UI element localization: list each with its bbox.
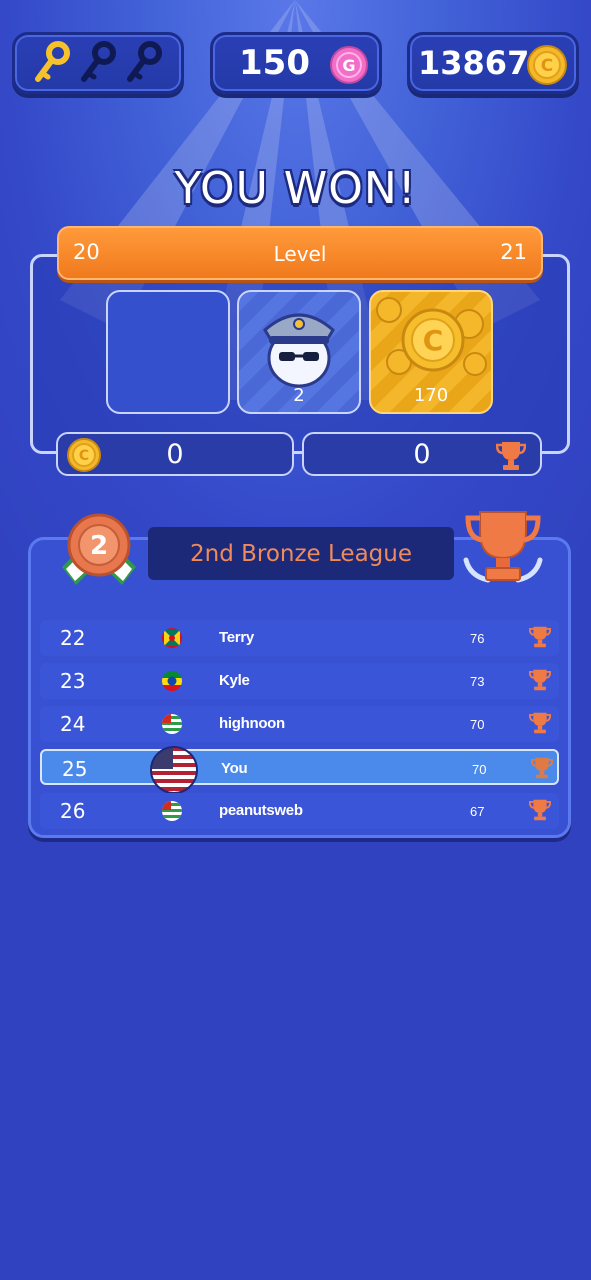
- bronze-medal-icon: 2: [62, 513, 136, 585]
- reward-slot-coins[interactable]: C 170: [369, 290, 493, 414]
- svg-text:C: C: [79, 448, 89, 464]
- gems-value: 150: [239, 43, 310, 83]
- coin-icon: C: [67, 438, 101, 472]
- leaderboard-row[interactable]: 24 highnoon 70: [40, 706, 559, 742]
- coin-reward-value: 170: [413, 385, 449, 406]
- row-player-name: Kyle: [219, 672, 250, 689]
- row-rank: 24: [60, 712, 86, 736]
- medal-number: 2: [90, 531, 108, 561]
- row-rank: 22: [60, 626, 86, 650]
- svg-text:G: G: [342, 56, 355, 75]
- trophy-icon: [496, 442, 526, 470]
- coins-earned-value: 0: [166, 438, 184, 470]
- win-title: YOU WON!: [174, 163, 417, 214]
- row-score: 70: [470, 717, 485, 732]
- coin-pile-icon: C: [376, 297, 487, 376]
- row-rank: 26: [60, 799, 86, 823]
- row-score: 76: [470, 631, 485, 646]
- coin-icon: C: [527, 45, 567, 85]
- level-progress-bar: 20 Level 21: [57, 226, 543, 280]
- row-score: 67: [470, 804, 485, 819]
- trophy-icon: [529, 669, 551, 691]
- key-icon-empty: [127, 41, 162, 82]
- row-player-name: Terry: [219, 629, 254, 646]
- league-trophy-icon: [463, 511, 543, 583]
- trophies-earned-counter: 0: [302, 432, 542, 476]
- row-player-name: peanutsweb: [219, 802, 303, 819]
- trophies-earned-value: 0: [413, 438, 431, 470]
- row-player-name: You: [221, 760, 248, 777]
- level-label: Level: [273, 242, 327, 266]
- key-icon-empty: [81, 41, 116, 82]
- trophy-icon: [529, 712, 551, 734]
- leaderboard-row-self[interactable]: 25 You 70: [40, 746, 559, 794]
- row-score: 70: [472, 762, 487, 777]
- key-icon-gold: [35, 41, 70, 82]
- grenada-flag-icon: [162, 628, 182, 648]
- coins-value: 13867: [418, 44, 530, 82]
- gem-icon: G: [330, 46, 368, 84]
- trophy-icon: [529, 626, 551, 648]
- usa-flag-icon: [150, 746, 198, 794]
- coins-counter[interactable]: 13867 C: [407, 32, 579, 94]
- abkhazia-flag-icon: [162, 801, 182, 821]
- abkhazia-flag-icon: [162, 714, 182, 734]
- reward-slot-empty: [106, 290, 230, 414]
- leaderboard-row[interactable]: 22 Terry 76: [40, 620, 559, 656]
- row-rank: 23: [60, 669, 86, 693]
- keys-counter[interactable]: [12, 32, 184, 94]
- row-player-name: highnoon: [219, 715, 285, 732]
- ethiopia-flag-icon: [162, 671, 182, 691]
- reward-slot-avatar[interactable]: 2: [237, 290, 361, 414]
- leaderboard-row[interactable]: 26 peanutsweb 67: [40, 793, 559, 829]
- row-rank: 25: [62, 757, 88, 781]
- coins-earned-counter: C 0: [56, 432, 294, 476]
- police-avatar-icon: [263, 313, 335, 388]
- level-next: 21: [500, 240, 527, 264]
- leaderboard-row[interactable]: 23 Kyle 73: [40, 663, 559, 699]
- svg-text:C: C: [541, 56, 553, 76]
- avatar-count: 2: [293, 385, 305, 406]
- svg-text:C: C: [423, 324, 444, 357]
- gems-counter[interactable]: 150 G: [210, 32, 382, 94]
- league-name: 2nd Bronze League: [148, 527, 454, 580]
- trophy-icon: [529, 799, 551, 821]
- row-score: 73: [470, 674, 485, 689]
- trophy-icon: [531, 757, 553, 779]
